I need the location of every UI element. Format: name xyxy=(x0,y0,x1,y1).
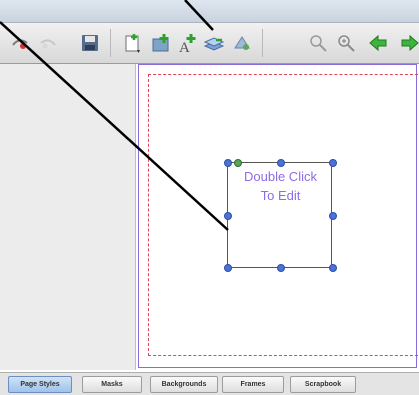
new-page-icon: ▾ xyxy=(125,34,140,55)
main-toolbar: ▾ A xyxy=(0,23,419,64)
text-box-line-1: Double Click xyxy=(244,169,317,184)
resize-handle-right[interactable] xyxy=(329,212,337,220)
resize-handle-bottom-left[interactable] xyxy=(224,264,232,272)
add-layer-icon xyxy=(203,37,225,51)
save-button[interactable] xyxy=(78,31,102,55)
rotate-handle[interactable] xyxy=(234,159,242,167)
svg-text:A: A xyxy=(179,40,190,55)
toolbar-separator xyxy=(110,29,111,57)
add-image-button[interactable] xyxy=(150,31,174,55)
redo-icon xyxy=(40,39,56,49)
zoom-out-icon xyxy=(310,35,327,52)
resize-handle-bottom-right[interactable] xyxy=(329,264,337,272)
toolbar-separator xyxy=(262,29,263,57)
tab-backgrounds[interactable]: Backgrounds xyxy=(150,376,218,393)
text-box-placeholder[interactable]: Double Click To Edit xyxy=(228,167,333,205)
resize-handle-top-right[interactable] xyxy=(329,159,337,167)
add-layer-button[interactable] xyxy=(202,31,226,55)
zoom-out-button[interactable] xyxy=(306,31,330,55)
styles-panel[interactable] xyxy=(0,64,136,370)
tab-scrapbook[interactable]: Scrapbook xyxy=(290,376,356,393)
page-canvas[interactable]: Double Click To Edit xyxy=(136,64,419,370)
previous-page-button[interactable] xyxy=(366,31,390,55)
next-page-icon xyxy=(401,34,419,52)
paint-button[interactable] xyxy=(230,31,254,55)
save-icon xyxy=(82,35,98,51)
bottom-tab-bar: Page Styles Masks Backgrounds Frames Scr… xyxy=(0,372,419,395)
zoom-in-icon xyxy=(338,35,355,52)
redo-button[interactable] xyxy=(36,31,60,55)
add-text-icon: A xyxy=(179,34,196,55)
undo-button[interactable] xyxy=(8,31,32,55)
svg-text:▾: ▾ xyxy=(137,49,140,55)
zoom-in-button[interactable] xyxy=(334,31,358,55)
resize-handle-top-left[interactable] xyxy=(224,159,232,167)
resize-handle-left[interactable] xyxy=(224,212,232,220)
tab-frames[interactable]: Frames xyxy=(222,376,284,393)
resize-handle-bottom[interactable] xyxy=(277,264,285,272)
title-strip xyxy=(0,0,419,23)
resize-handle-top[interactable] xyxy=(277,159,285,167)
undo-icon xyxy=(12,39,28,49)
text-box[interactable]: Double Click To Edit xyxy=(224,159,337,272)
add-image-icon xyxy=(152,34,169,52)
new-page-button[interactable]: ▾ xyxy=(120,31,144,55)
tab-page-styles[interactable]: Page Styles xyxy=(8,376,72,393)
next-page-button[interactable] xyxy=(398,31,419,55)
add-text-button[interactable]: A xyxy=(176,31,200,55)
paint-icon xyxy=(234,36,250,50)
previous-page-icon xyxy=(369,34,387,52)
text-box-line-2: To Edit xyxy=(260,188,301,203)
tab-masks[interactable]: Masks xyxy=(82,376,142,393)
